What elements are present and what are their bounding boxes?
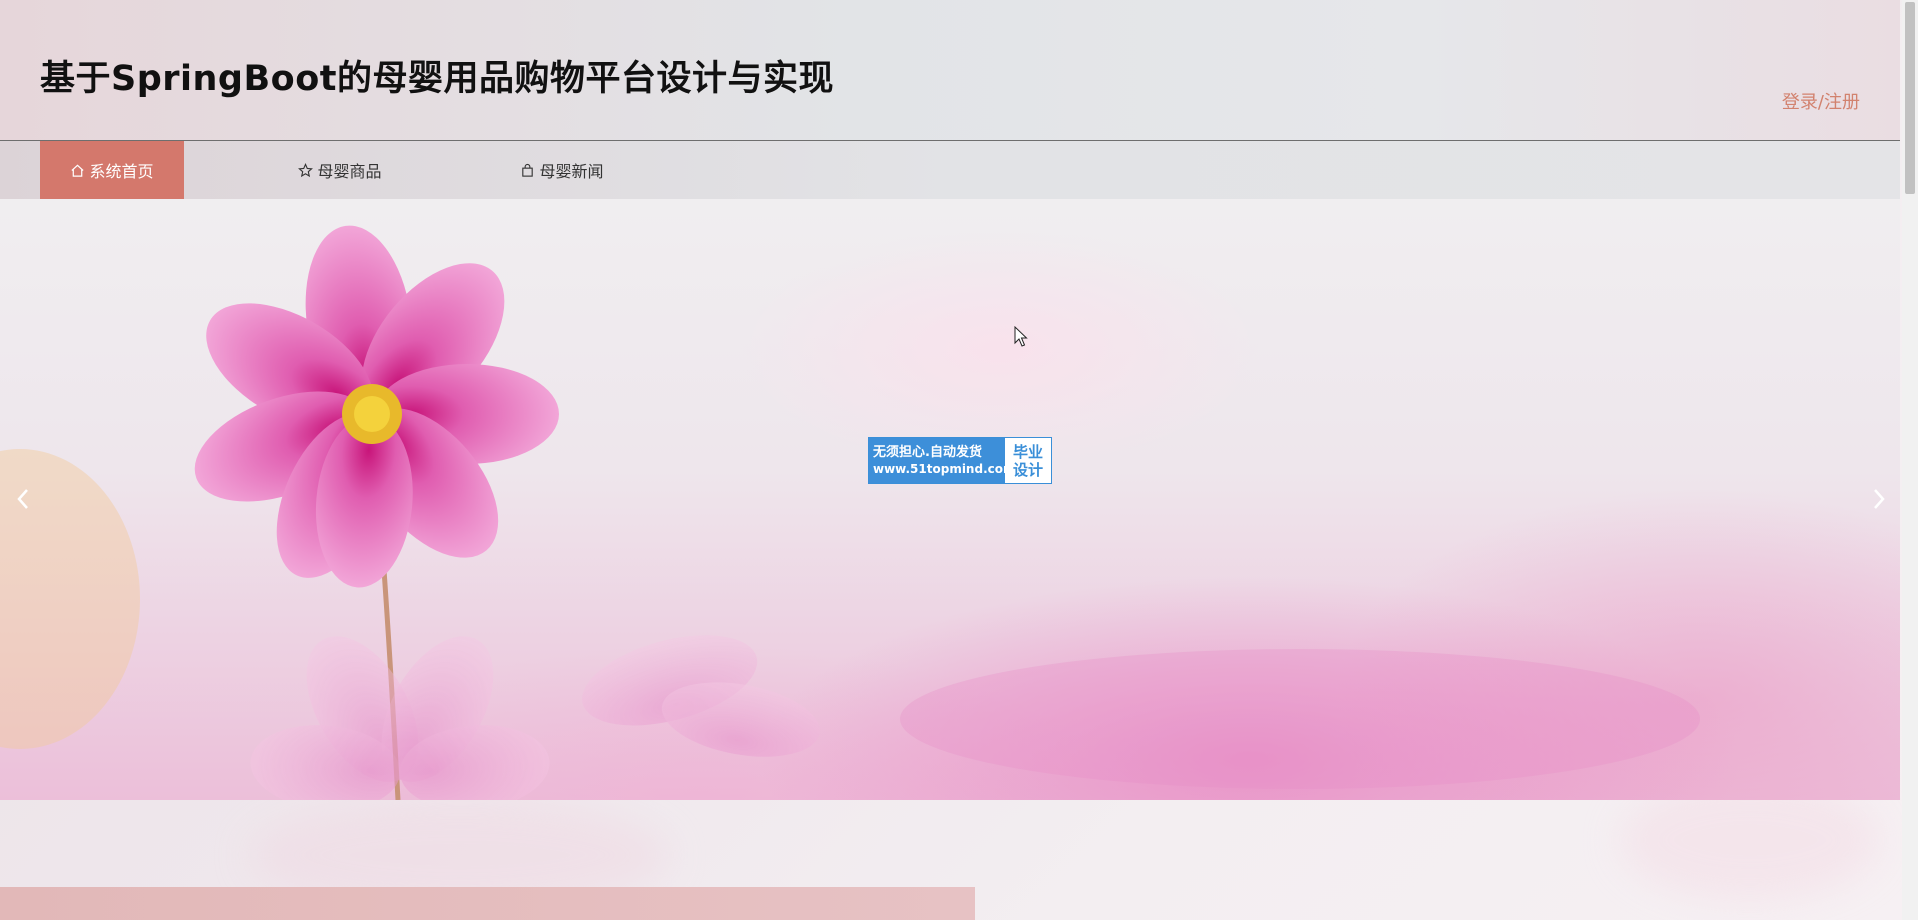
main-nav: 系统首页 母婴商品 母婴新闻 [0, 141, 1900, 199]
home-icon [71, 164, 85, 177]
nav-item-label: 母婴新闻 [539, 162, 604, 181]
carousel-next-button[interactable] [1864, 484, 1894, 514]
watermark-right-line1: 毕业 [1012, 442, 1043, 461]
flower-illustration [0, 225, 1700, 800]
section-strip [0, 887, 975, 920]
watermark-right-line2: 设计 [1012, 460, 1043, 479]
site-title: 基于SpringBoot的母婴用品购物平台设计与实现 [40, 59, 834, 99]
watermark-left: 无须担心.自动发货 www.51topmind.com [869, 438, 1016, 483]
chevron-right-icon [1874, 489, 1885, 509]
nav-item-news[interactable]: 母婴新闻 [490, 141, 634, 199]
vertical-scrollbar[interactable] [1902, 0, 1918, 920]
watermark-line1: 无须担心.自动发货 [873, 444, 982, 460]
banner-carousel[interactable] [0, 199, 1900, 800]
nav-item-label: 母婴商品 [317, 162, 382, 181]
mouse-cursor-icon [1014, 326, 1028, 347]
login-register-link[interactable]: 登录/注册 [1782, 88, 1860, 114]
bag-icon [522, 163, 534, 177]
watermark-line2: www.51topmind.com [873, 461, 1016, 476]
watermark-right: 毕业 设计 [1005, 438, 1051, 483]
chevron-left-icon [17, 489, 28, 509]
star-icon [298, 162, 314, 177]
nav-item-home[interactable]: 系统首页 [40, 141, 184, 199]
watermark-badge: 无须担心.自动发货 www.51topmind.com 毕业 设计 [868, 437, 1052, 484]
nav-item-products[interactable]: 母婴商品 [268, 141, 412, 199]
site-header: 基于SpringBoot的母婴用品购物平台设计与实现 登录/注册 [0, 0, 1900, 141]
carousel-prev-button[interactable] [8, 484, 38, 514]
scrollbar-thumb[interactable] [1905, 2, 1915, 194]
nav-item-label: 系统首页 [89, 162, 154, 181]
